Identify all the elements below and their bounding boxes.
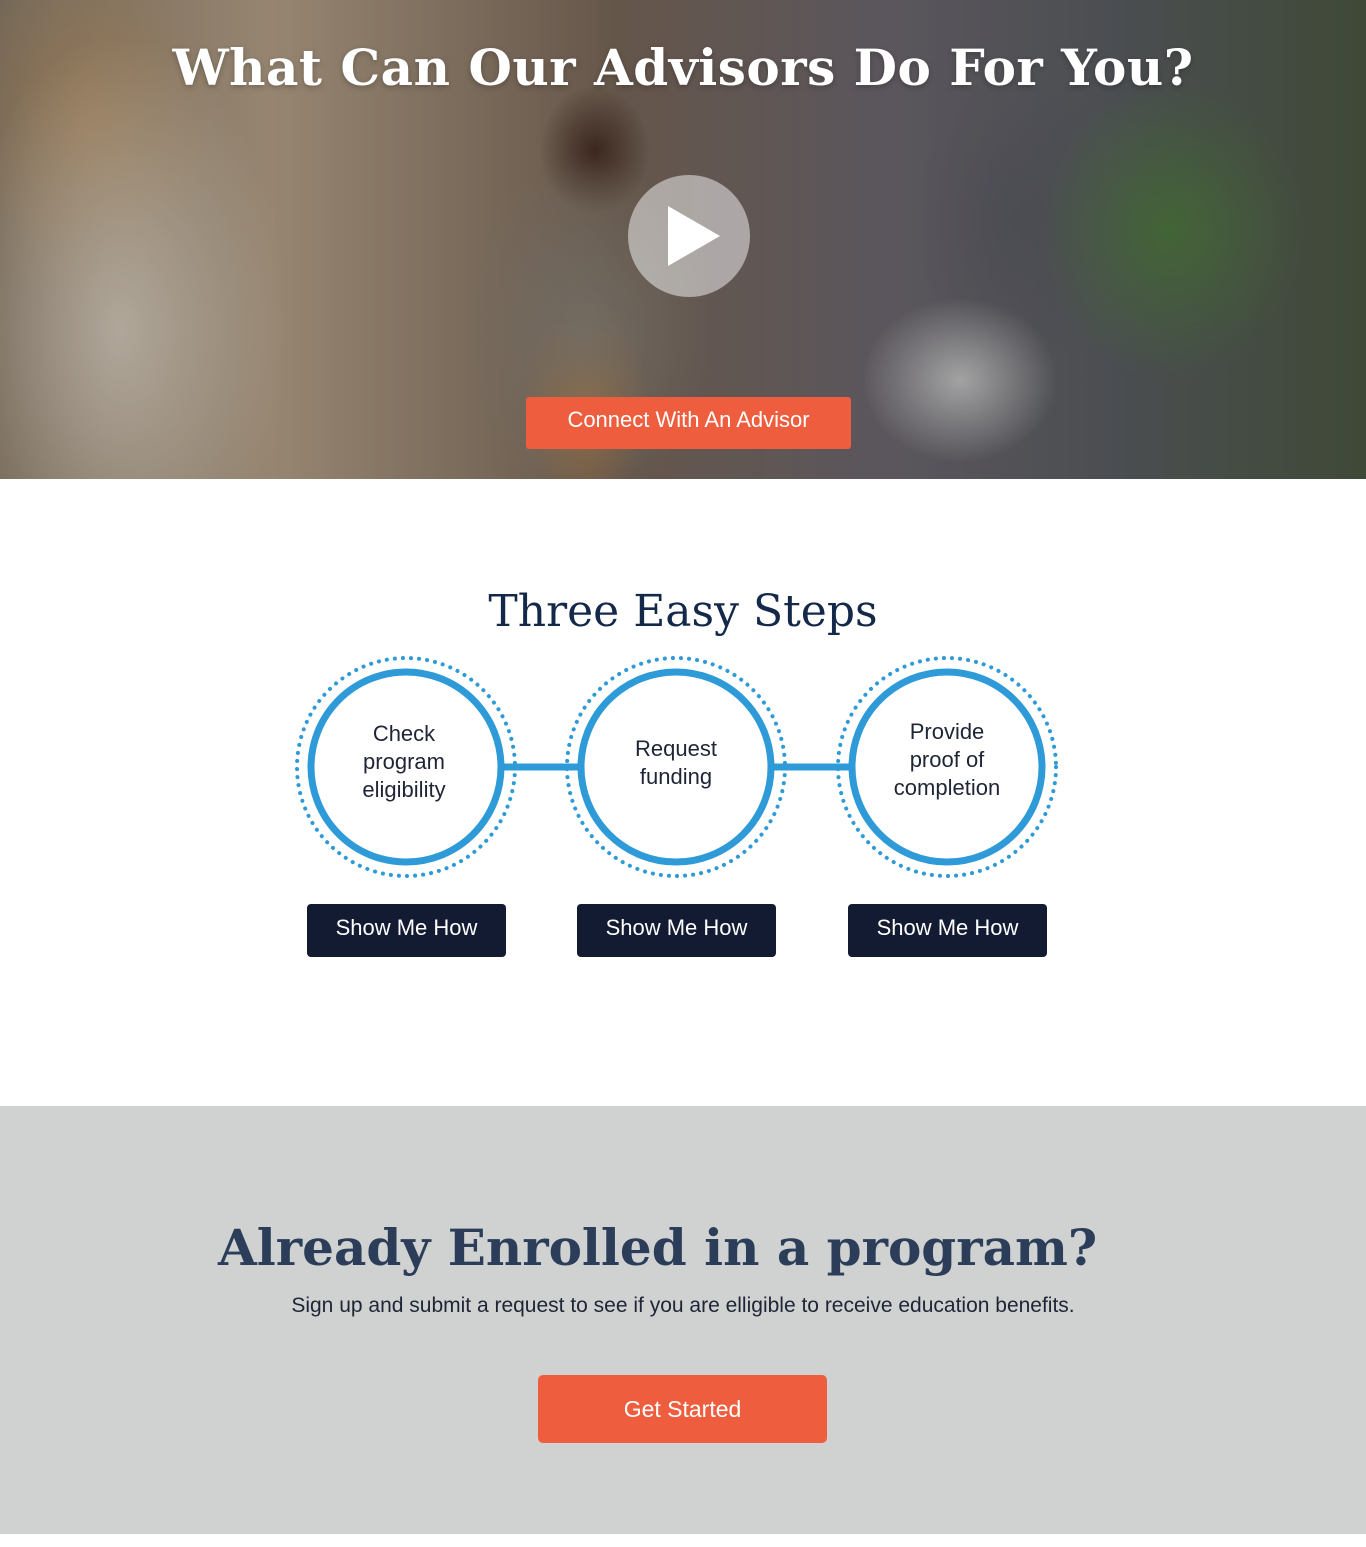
hero-banner: What Can Our Advisors Do For You? Connec… — [0, 0, 1366, 479]
show-me-how-button-2[interactable]: Show Me How — [577, 904, 776, 957]
enrolled-description: Sign up and submit a request to see if y… — [291, 1294, 1075, 1317]
step-2-line-2: funding — [639, 764, 713, 789]
show-me-how-button-3[interactable]: Show Me How — [848, 904, 1047, 957]
enrolled-title: Already Enrolled in a program? — [218, 1218, 1098, 1277]
step-3-line-3: completion — [893, 775, 1001, 800]
step-2-line-1: Request — [635, 736, 717, 761]
step-1-line-3: eligibility — [362, 777, 446, 802]
hero-title: What Can Our Advisors Do For You? — [172, 38, 1194, 97]
step-1-line-2: program — [363, 749, 445, 774]
show-me-how-button-1[interactable]: Show Me How — [307, 904, 506, 957]
already-enrolled-section: Already Enrolled in a program? Sign up a… — [0, 1106, 1366, 1534]
connect-advisor-button[interactable]: Connect With An Advisor — [526, 397, 851, 449]
play-icon — [668, 206, 720, 266]
step-3-line-1: Provide — [909, 719, 985, 744]
step-label-3: Provide proof of completion — [862, 718, 1032, 802]
step-3-line-2: proof of — [909, 747, 985, 772]
get-started-button[interactable]: Get Started — [538, 1375, 827, 1443]
steps-title: Three Easy Steps — [488, 586, 878, 637]
step-label-2: Request funding — [591, 735, 761, 791]
step-label-1: Check program eligibility — [319, 720, 489, 804]
step-1-line-1: Check — [372, 721, 436, 746]
video-play-button[interactable] — [628, 175, 750, 297]
